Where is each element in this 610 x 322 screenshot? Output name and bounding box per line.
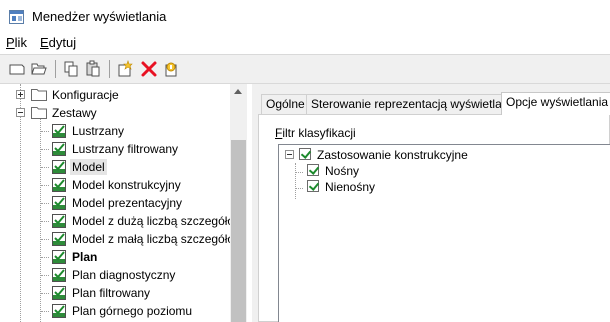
tree-guide-line (295, 163, 296, 199)
display-set-icon (51, 213, 67, 229)
tab-opcje-wyswietlania[interactable]: Opcje wyświetlania (501, 92, 610, 115)
tree-guide-line (41, 167, 49, 168)
tree-item-zestawy[interactable]: Zestawy (0, 104, 230, 122)
collapse-minus-icon[interactable] (16, 108, 25, 117)
display-set-icon (51, 195, 67, 211)
tab-strip: Ogólne Sterowanie reprezentacją wyświetl… (252, 92, 610, 115)
tree-item-display-set[interactable]: Lustrzany (0, 122, 230, 140)
tree-guide-line (41, 311, 49, 312)
filter-root-label: Zastosowanie konstrukcyjne (317, 148, 468, 162)
new-item-icon[interactable] (116, 60, 134, 78)
tree-item-display-set[interactable]: Plan diagnostyczny (0, 266, 230, 284)
display-set-icon (51, 159, 67, 175)
tree-guide-line (41, 221, 49, 222)
tree-guide-line (41, 275, 49, 276)
tree-item-label: Model (70, 159, 107, 175)
purge-icon[interactable] (162, 60, 180, 78)
folder-icon (31, 88, 47, 101)
open-icon[interactable] (30, 60, 48, 78)
tree-guide-line (41, 203, 49, 204)
tree-guide-line (41, 257, 49, 258)
tree-item-label: Model z małą liczbą szczegółów (72, 232, 243, 246)
display-set-icon (51, 231, 67, 247)
tree-guide-line (41, 131, 49, 132)
tree-item-display-set[interactable]: Model konstrukcyjny (0, 176, 230, 194)
expand-plus-icon[interactable] (16, 90, 25, 99)
delete-icon[interactable] (140, 60, 158, 78)
menu-edytuj[interactable]: Edytuj (40, 35, 76, 50)
new-icon[interactable] (8, 60, 26, 78)
display-set-icon (51, 303, 67, 319)
tree-guide-line (295, 188, 303, 189)
tree-item-label: Model konstrukcyjny (72, 178, 181, 192)
tree-item-display-set[interactable]: Model (0, 158, 230, 176)
tree-item-label: Plan (72, 250, 98, 264)
tree-item-label: Lustrzany (72, 124, 125, 138)
tree-item-label: Plan filtrowany (72, 286, 151, 300)
properties-panel: Ogólne Sterowanie reprezentacją wyświetl… (252, 84, 610, 322)
tab-sterowanie-reprezentacja[interactable]: Sterowanie reprezentacją wyświetlania (306, 94, 523, 114)
paste-icon[interactable] (84, 60, 102, 78)
tree-item-display-set[interactable]: Plan filtrowany (0, 284, 230, 302)
display-set-icon (51, 285, 67, 301)
display-set-icon (51, 249, 67, 265)
tree-item-label: Model z dużą liczbą szczegółów (72, 214, 243, 228)
tree-item-display-set[interactable]: Plan górnego poziomu (0, 302, 230, 320)
tree-item-display-set[interactable]: Model z małą liczbą szczegółów (0, 230, 243, 248)
collapse-minus-icon[interactable] (285, 150, 294, 159)
checkbox-nienosny[interactable] (307, 180, 319, 192)
tree-guide-line (295, 172, 303, 173)
title-bar: Menedżer wyświetlania (0, 0, 610, 33)
scroll-up-icon[interactable] (234, 89, 242, 94)
menu-plik[interactable]: Plik (6, 35, 27, 50)
folder-open-icon (31, 106, 47, 119)
tree-guide-line (41, 185, 49, 186)
checkbox-nosny[interactable] (307, 164, 319, 176)
filter-child-label: Nośny (325, 164, 360, 178)
tree-scrollbar[interactable] (230, 84, 247, 322)
display-set-icon (51, 141, 67, 157)
tree-guide-line (41, 239, 49, 240)
scrollbar-thumb[interactable] (231, 140, 246, 322)
copy-icon[interactable] (62, 60, 80, 78)
toolbar (0, 55, 610, 83)
window-title: Menedżer wyświetlania (32, 9, 167, 24)
tree-item-label: Plan górnego poziomu (72, 304, 193, 318)
app-icon (9, 10, 24, 24)
checkbox-zastosowanie[interactable] (299, 148, 311, 160)
tree-item-label: Plan diagnostyczny (72, 268, 176, 282)
tree-item-display-set[interactable]: Model z dużą liczbą szczegółów (0, 212, 243, 230)
display-set-icon (51, 177, 67, 193)
tree-item-display-set[interactable]: Model prezentacyjny (0, 194, 230, 212)
filter-child-label: Nienośny (325, 180, 376, 194)
toolbar-separator (55, 60, 56, 78)
tree-guide-line (41, 293, 49, 294)
tree-item-label: Model prezentacyjny (72, 196, 183, 210)
tab-page-opcje-wyswietlania: Filtr klasyfikacji Zastosowanie konstruk… (258, 114, 610, 322)
classification-filter-tree[interactable]: Zastosowanie konstrukcyjne Nośny Nienośn… (278, 144, 610, 322)
tree-guide-line (41, 149, 49, 150)
tree-item-label: Zestawy (52, 106, 97, 120)
display-sets-tree[interactable]: Konfiguracje Zestawy Lustrzany Lustrzany … (0, 84, 247, 322)
tree-item-display-set[interactable]: Lustrzany filtrowany (0, 140, 230, 158)
menu-bar: Plik Edytuj (0, 33, 610, 53)
tree-item-label: Lustrzany filtrowany (72, 142, 179, 156)
tab-ogolne[interactable]: Ogólne (261, 94, 310, 114)
tree-item-label: Konfiguracje (52, 88, 119, 102)
tree-item-display-set[interactable]: Plan (0, 248, 230, 266)
tree-item-konfiguracje[interactable]: Konfiguracje (0, 86, 230, 104)
toolbar-separator (109, 60, 110, 78)
display-set-icon (51, 267, 67, 283)
display-set-icon (51, 123, 67, 139)
filter-label: Filtr klasyfikacji (275, 126, 356, 140)
